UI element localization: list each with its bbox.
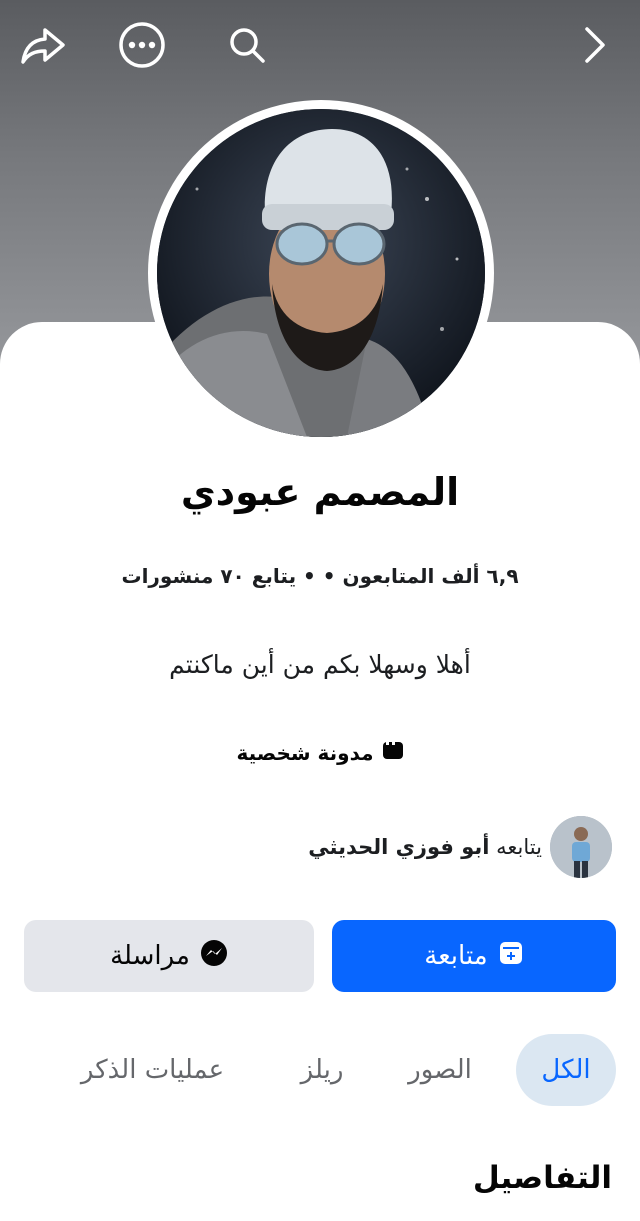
follow-label: متابعة	[424, 941, 488, 971]
follow-icon	[498, 940, 524, 973]
followed-by-prefix: يتابعه	[496, 835, 542, 859]
followed-by[interactable]: يتابعه أبو فوزي الحديثي	[308, 815, 612, 879]
messenger-icon	[200, 939, 228, 974]
tab-photos[interactable]: الصور	[390, 1034, 490, 1106]
message-label: مراسلة	[110, 941, 190, 971]
profile-name: المصمم عبودي	[180, 470, 460, 514]
tab-label: الصور	[408, 1055, 472, 1085]
profile-bio: أهلا وسهلا بكم من أين ماكنتم	[169, 650, 471, 679]
avatar-photo	[157, 109, 485, 437]
share-icon[interactable]	[18, 20, 68, 70]
followed-by-text: يتابعه أبو فوزي الحديثي	[308, 835, 542, 859]
more-icon[interactable]	[117, 20, 167, 70]
tab-mentions[interactable]: عمليات الذكر	[60, 1034, 245, 1106]
search-icon[interactable]	[222, 20, 272, 70]
follow-button[interactable]: متابعة	[332, 920, 616, 992]
details-heading: التفاصيل	[472, 1160, 612, 1196]
follower-name[interactable]: أبو فوزي الحديثي	[308, 835, 489, 859]
tab-reels[interactable]: ريلز	[272, 1034, 372, 1106]
follower-avatar[interactable]	[550, 816, 612, 878]
category-label: مدونة شخصية	[236, 740, 374, 765]
profile-tabs: الكل الصور ريلز عمليات الذكر	[0, 1034, 640, 1106]
category-icon	[382, 740, 404, 765]
message-button[interactable]: مراسلة	[24, 920, 314, 992]
profile-avatar[interactable]	[148, 100, 494, 446]
tab-all[interactable]: الكل	[516, 1034, 616, 1106]
profile-stats[interactable]: ٦,٩ ألف المتابعون • • يتابع ٧٠ منشورات	[0, 564, 640, 588]
tab-label: ريلز	[300, 1055, 344, 1085]
tab-label: عمليات الذكر	[80, 1055, 225, 1085]
profile-category: مدونة شخصية	[0, 740, 640, 765]
tab-label: الكل	[541, 1055, 591, 1085]
chevron-right-icon[interactable]	[570, 20, 620, 70]
top-bar	[0, 0, 640, 92]
